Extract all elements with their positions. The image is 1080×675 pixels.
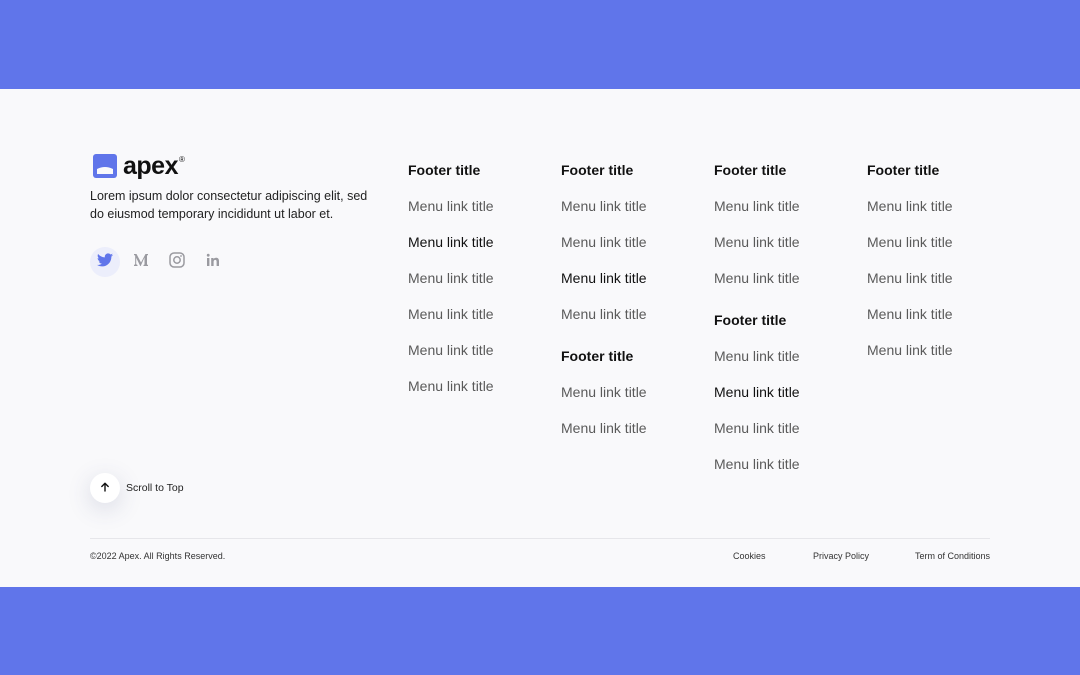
scroll-to-top-label: Scroll to Top — [126, 482, 184, 494]
footer-column-title: Footer title — [714, 312, 787, 328]
twitter-icon — [97, 252, 113, 272]
menu-link[interactable]: Menu link title — [408, 197, 548, 215]
scroll-to-top-button[interactable]: Scroll to Top — [90, 473, 184, 503]
footer-column-3: Footer title Menu link title Menu link t… — [714, 161, 854, 491]
brand-description: Lorem ipsum dolor consectetur adipiscing… — [90, 189, 368, 221]
menu-link[interactable]: Menu link title — [408, 233, 548, 251]
footer-column-title: Footer title — [408, 162, 481, 178]
menu-link[interactable]: Menu link title — [867, 341, 1007, 359]
menu-link[interactable]: Menu link title — [867, 305, 1007, 323]
menu-link[interactable]: Menu link title — [408, 305, 548, 323]
menu-link[interactable]: Menu link title — [561, 197, 701, 215]
footer-column-title: Footer title — [867, 162, 940, 178]
menu-link[interactable]: Menu link title — [714, 269, 854, 287]
instagram-link[interactable] — [162, 247, 192, 277]
linkedin-link[interactable] — [198, 247, 228, 277]
footer: apex® Lorem ipsum dolor consectetur adip… — [0, 89, 1080, 587]
medium-link[interactable] — [126, 247, 156, 277]
footer-column-title: Footer title — [561, 348, 634, 364]
menu-link[interactable]: Menu link title — [561, 269, 701, 287]
menu-link[interactable]: Menu link title — [714, 383, 854, 401]
footer-column-1: Footer title Menu link title Menu link t… — [408, 161, 548, 413]
social-links — [90, 247, 380, 277]
brand-block: apex® Lorem ipsum dolor consectetur adip… — [90, 151, 380, 277]
linkedin-icon — [206, 253, 220, 272]
menu-link[interactable]: Menu link title — [408, 377, 548, 395]
menu-link[interactable]: Menu link title — [714, 197, 854, 215]
menu-link[interactable]: Menu link title — [714, 347, 854, 365]
medium-icon — [133, 253, 149, 272]
instagram-icon — [169, 251, 185, 273]
menu-link[interactable]: Menu link title — [867, 233, 1007, 251]
apex-logo-icon — [93, 154, 117, 178]
arrow-up-icon — [100, 479, 110, 497]
terms-link[interactable]: Term of Conditions — [915, 551, 990, 561]
menu-link[interactable]: Menu link title — [408, 341, 548, 359]
footer-column-4: Footer title Menu link title Menu link t… — [867, 161, 1007, 377]
privacy-policy-link[interactable]: Privacy Policy — [813, 551, 869, 561]
menu-link[interactable]: Menu link title — [714, 233, 854, 251]
menu-link[interactable]: Menu link title — [714, 419, 854, 437]
logo[interactable]: apex® — [90, 151, 380, 181]
footer-column-title: Footer title — [714, 162, 787, 178]
cookies-link[interactable]: Cookies — [733, 551, 766, 561]
twitter-link[interactable] — [90, 247, 120, 277]
menu-link[interactable]: Menu link title — [561, 383, 701, 401]
menu-link[interactable]: Menu link title — [561, 419, 701, 437]
menu-link[interactable]: Menu link title — [867, 269, 1007, 287]
menu-link[interactable]: Menu link title — [867, 197, 1007, 215]
footer-column-title: Footer title — [561, 162, 634, 178]
menu-link[interactable]: Menu link title — [561, 305, 701, 323]
divider — [90, 538, 990, 539]
menu-link[interactable]: Menu link title — [408, 269, 548, 287]
logo-wordmark: apex® — [123, 151, 185, 180]
scroll-top-circle[interactable] — [90, 473, 120, 503]
copyright-text: ©2022 Apex. All Rights Reserved. — [90, 551, 226, 561]
menu-link[interactable]: Menu link title — [714, 455, 854, 473]
menu-link[interactable]: Menu link title — [561, 233, 701, 251]
footer-column-2: Footer title Menu link title Menu link t… — [561, 161, 701, 455]
